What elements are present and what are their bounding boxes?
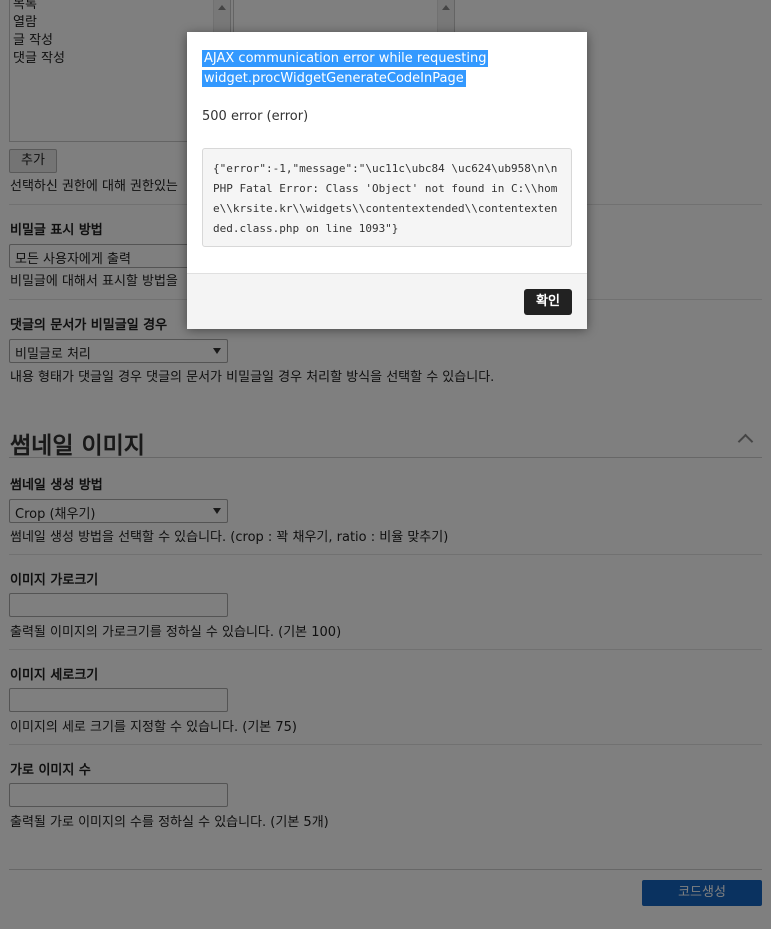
error-dialog-title: AJAX communication error while requestin… xyxy=(202,49,502,89)
error-response-code: {"error":-1,"message":"\uc11c\ubc84 \uc6… xyxy=(202,148,572,247)
confirm-button[interactable]: 확인 xyxy=(524,289,572,315)
error-title-line: widget.procWidgetGenerateCodeInPage xyxy=(202,70,466,87)
dialog-footer: 확인 xyxy=(187,273,587,329)
error-dialog: AJAX communication error while requestin… xyxy=(187,32,587,329)
error-title-line: AJAX communication error while requestin… xyxy=(202,50,489,67)
error-status: 500 error (error) xyxy=(202,109,309,124)
